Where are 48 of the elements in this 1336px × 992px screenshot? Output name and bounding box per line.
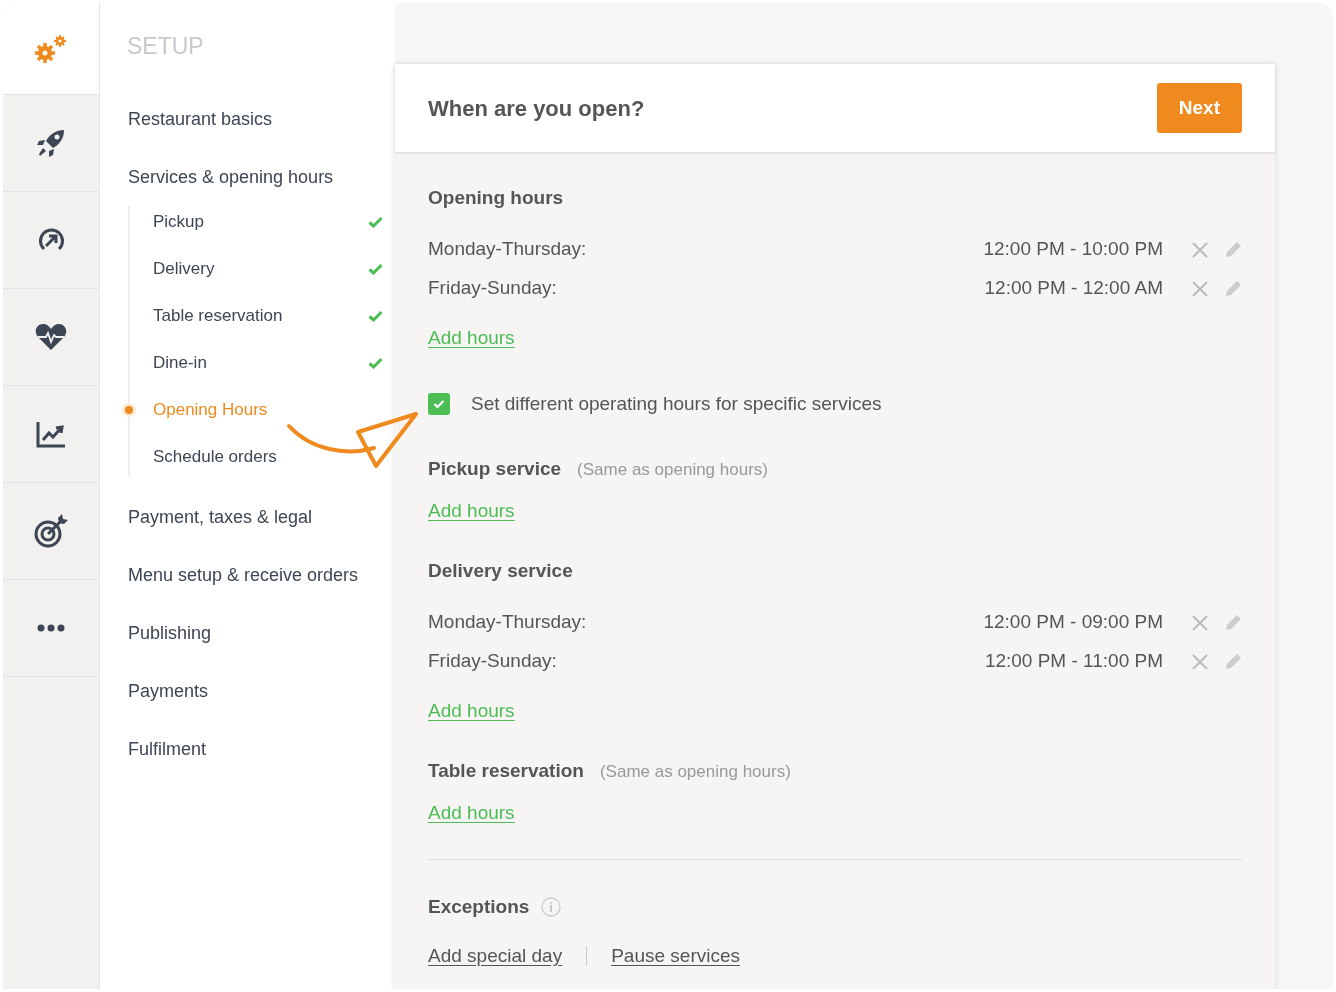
- target-icon[interactable]: [34, 514, 68, 548]
- rocket-icon[interactable]: [36, 128, 66, 158]
- section-title: Table reservation: [428, 759, 584, 783]
- section-title: Opening hours: [428, 186, 564, 210]
- delete-icon[interactable]: [1192, 280, 1208, 297]
- nav-subitem[interactable]: Pickup: [153, 208, 205, 235]
- setup-heading: SETUP: [126, 32, 205, 61]
- nav-item[interactable]: Menu setup & receive orders: [128, 557, 359, 593]
- checkbox-label: Set different operating hours for specific services: [471, 391, 882, 416]
- delete-icon[interactable]: [1192, 653, 1208, 670]
- edit-pencil-icon[interactable]: [1225, 653, 1242, 670]
- nav-item[interactable]: Restaurant basics: [128, 101, 273, 137]
- hours-range: 12:00 PM - 10:00 PM: [983, 237, 1163, 262]
- day-range: Monday-Thursday:: [428, 237, 587, 262]
- edit-pencil-icon[interactable]: [1225, 614, 1242, 631]
- edit-pencil-icon[interactable]: [1225, 241, 1242, 258]
- delete-icon[interactable]: [1192, 241, 1208, 258]
- section-title: Pickup service: [428, 457, 562, 481]
- services-checkbox[interactable]: [428, 393, 450, 415]
- nav-subitem[interactable]: Delivery: [153, 255, 215, 282]
- checkmark-icon: [433, 399, 445, 409]
- section-note: (Same as opening hours): [577, 459, 768, 481]
- nav-subitem[interactable]: Schedule orders: [153, 443, 277, 470]
- exception-link[interactable]: Add special day: [428, 941, 563, 971]
- line-chart-icon[interactable]: [36, 420, 66, 448]
- hours-range: 12:00 PM - 12:00 AM: [984, 276, 1163, 301]
- day-range: Friday-Sunday:: [428, 649, 557, 674]
- day-range: Monday-Thursday:: [428, 610, 587, 635]
- hours-range: 12:00 PM - 11:00 PM: [984, 649, 1163, 674]
- more-icon[interactable]: [37, 624, 65, 632]
- hours-range: 12:00 PM - 09:00 PM: [983, 610, 1163, 635]
- exception-link[interactable]: Pause services: [611, 941, 740, 971]
- edit-pencil-icon[interactable]: [1225, 280, 1242, 297]
- nav-item[interactable]: Payments: [128, 673, 209, 709]
- nav-subitem[interactable]: Dine-in: [153, 349, 207, 376]
- nav-subitem[interactable]: Table reservation: [153, 302, 283, 329]
- nav-item[interactable]: Services & opening hours: [128, 159, 334, 195]
- section-note: (Same as opening hours): [599, 761, 791, 783]
- heart-pulse-icon[interactable]: [35, 323, 67, 351]
- nav-item[interactable]: Publishing: [128, 615, 212, 651]
- section-title: Delivery service: [428, 559, 573, 583]
- delete-icon[interactable]: [1192, 614, 1208, 631]
- nav-item[interactable]: Payment, taxes & legal: [128, 499, 313, 535]
- nav-item[interactable]: Fulfilment: [128, 731, 207, 767]
- section-title: Exceptions: [428, 894, 530, 919]
- day-range: Friday-Sunday:: [428, 276, 557, 301]
- info-icon[interactable]: [541, 897, 562, 917]
- card-title: When are you open?: [428, 94, 645, 123]
